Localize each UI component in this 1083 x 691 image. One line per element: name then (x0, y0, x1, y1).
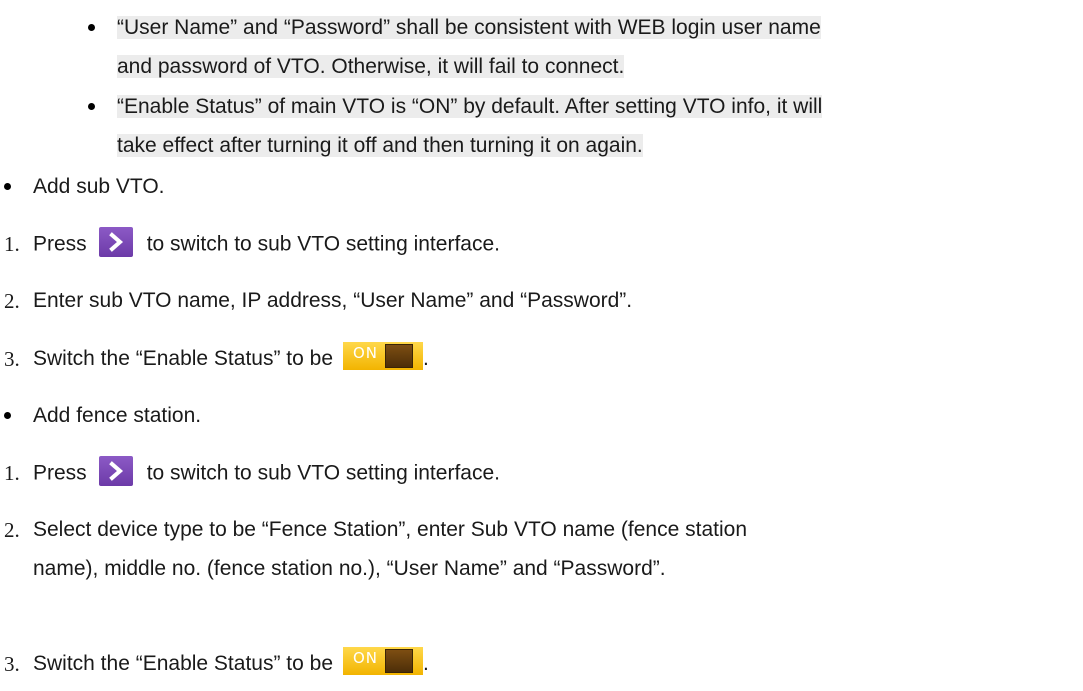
step-text-pre: Switch the “Enable Status” to be (33, 652, 333, 675)
on-toggle-icon: ON (343, 647, 423, 676)
chevron-right-icon (98, 227, 133, 257)
note-2-line-1-text: “Enable Status” of main VTO is “ON” by d… (117, 95, 823, 118)
note-1-line-2: and password of VTO. Otherwise, it will … (117, 53, 625, 81)
note-1-line-1: “User Name” and “Password” shall be cons… (117, 14, 821, 42)
section-1-title: Add sub VTO. (33, 175, 165, 198)
step-number: 3. (4, 652, 20, 676)
note-2-line-1: “Enable Status” of main VTO is “ON” by d… (117, 93, 823, 121)
step-text-pre: Switch the “Enable Status” to be (33, 347, 333, 370)
toggle-knob (385, 344, 413, 369)
section-1-step-2: Enter sub VTO name, IP address, “User Na… (33, 289, 633, 312)
section-2-step-3: Switch the “Enable Status” to be ON. (33, 647, 429, 678)
section-2-step-2-line-1: Select device type to be “Fence Station”… (33, 518, 747, 541)
note-1-line-1-text: “User Name” and “Password” shall be cons… (117, 16, 821, 39)
step-number: 2. (4, 289, 20, 313)
chevron-right-icon (98, 456, 133, 486)
step-number: 2. (4, 518, 20, 542)
note-2-line-2: take effect after turning it off and the… (117, 132, 643, 160)
bullet-section-1 (4, 183, 11, 190)
step-text-post: to switch to sub VTO setting interface. (146, 461, 500, 485)
bullet-note-2 (88, 103, 95, 110)
section-1-step-3: Switch the “Enable Status” to be ON. (33, 342, 429, 373)
step-number: 1. (4, 232, 20, 256)
bullet-note-1 (88, 24, 95, 31)
step-text-pre: Press (33, 232, 87, 256)
note-2-line-2-text: take effect after turning it off and the… (117, 134, 643, 157)
step-text-post: to switch to sub VTO setting interface. (146, 232, 500, 256)
section-2-title: Add fence station. (33, 404, 202, 427)
step-number: 3. (4, 347, 20, 371)
toggle-knob (385, 649, 413, 674)
step-text-post: . (423, 652, 429, 675)
on-toggle-icon: ON (343, 342, 423, 371)
section-2-step-2-line-2: name), middle no. (fence station no.), “… (33, 557, 666, 580)
step-text-pre: Press (33, 461, 87, 485)
section-1-step-1: Press to switch to sub VTO setting interf… (33, 227, 500, 260)
toggle-on-label: ON (353, 649, 379, 668)
section-2-step-1: Press to switch to sub VTO setting interf… (33, 456, 500, 489)
toggle-on-label: ON (353, 344, 379, 363)
note-1-line-2-text: and password of VTO. Otherwise, it will … (117, 55, 625, 78)
step-text-post: . (423, 347, 429, 370)
step-number: 1. (4, 461, 20, 485)
bullet-section-2 (4, 412, 11, 419)
